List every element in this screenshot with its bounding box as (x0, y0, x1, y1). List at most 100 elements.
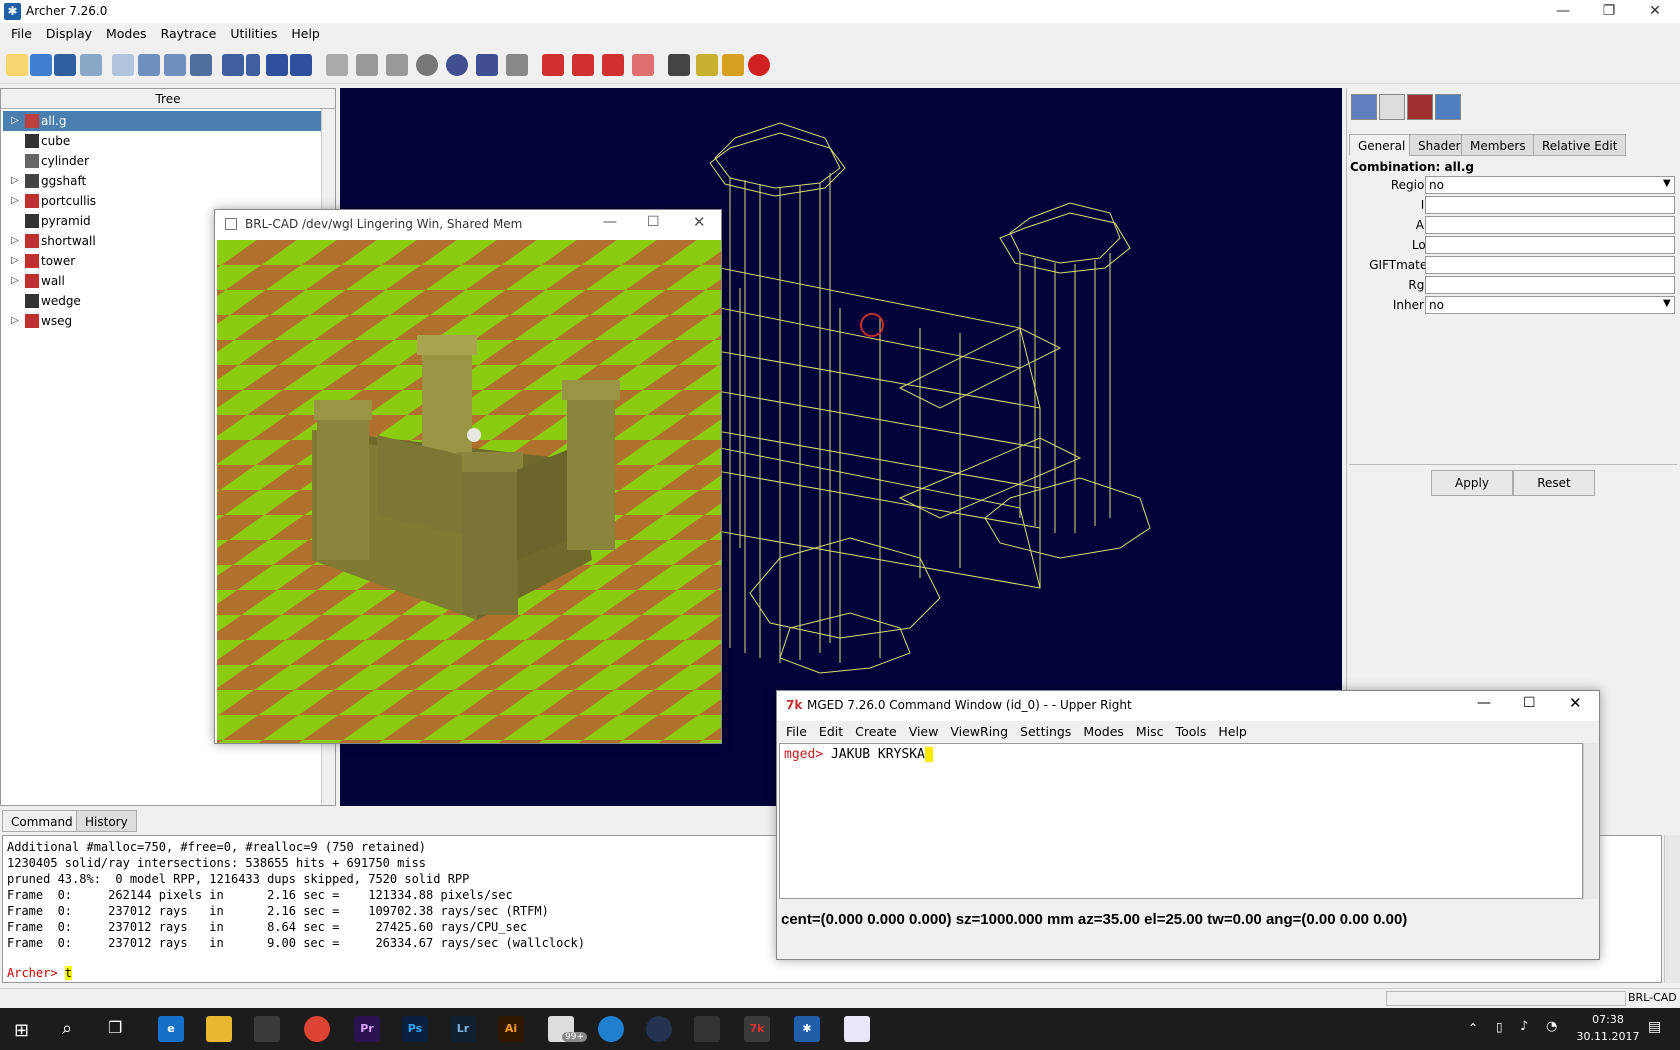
illustrator-icon[interactable]: Ai (498, 1016, 524, 1042)
store-icon[interactable] (254, 1016, 280, 1042)
tab-relative-edit[interactable]: Relative Edit (1533, 134, 1627, 156)
brlcad-window-icon[interactable] (844, 1016, 870, 1042)
rotate-view-icon[interactable] (326, 54, 348, 76)
render-window[interactable]: BRL-CAD /dev/wgl Lingering Win, Shared M… (214, 209, 722, 744)
archer-app-icon[interactable]: ✱ (794, 1016, 820, 1042)
columns-icon[interactable] (290, 54, 312, 76)
steam-icon[interactable] (646, 1016, 672, 1042)
mged-console[interactable]: mged> JAKUB KRYSKA (779, 743, 1583, 899)
tk-app-icon[interactable]: 7k (744, 1016, 770, 1042)
measure-icon[interactable] (506, 54, 528, 76)
inherit-select[interactable]: no (1425, 296, 1675, 314)
expand-arrow-icon[interactable]: ▷ (11, 231, 19, 251)
maximize-icon[interactable]: ☐ (1523, 695, 1536, 711)
mged-scrollbar[interactable] (1583, 743, 1597, 899)
menu-modes[interactable]: Modes (99, 23, 154, 44)
volume-icon[interactable]: ♪ (1520, 1019, 1528, 1034)
mged-menu-create[interactable]: Create (849, 721, 903, 742)
tab-general[interactable]: General (1349, 134, 1415, 156)
expand-arrow-icon[interactable]: ▷ (11, 191, 19, 211)
open-folder-icon[interactable] (30, 54, 52, 76)
minimize-icon[interactable]: — (603, 214, 617, 230)
los-field[interactable] (1425, 236, 1675, 254)
expand-arrow-icon[interactable]: ▷ (11, 171, 19, 191)
mged-menu-file[interactable]: File (780, 721, 813, 742)
rgb-field[interactable] (1425, 276, 1675, 294)
mged-menu-modes[interactable]: Modes (1077, 721, 1130, 742)
mged-input[interactable]: JAKUB KRYSKA (831, 747, 925, 762)
component-select-icon[interactable] (446, 54, 468, 76)
console-input[interactable]: t (64, 966, 73, 980)
maximize-icon[interactable]: ☐ (647, 214, 660, 230)
object-view-icon[interactable] (1435, 94, 1461, 120)
cube-select-icon[interactable] (476, 54, 498, 76)
mged-window[interactable]: 7k MGED 7.26.0 Command Window (id_0) - -… (776, 690, 1600, 960)
mged-menu-misc[interactable]: Misc (1130, 721, 1170, 742)
action-center-icon[interactable]: ▤ (1648, 1019, 1661, 1035)
save-icon[interactable] (54, 54, 76, 76)
windows-start-icon[interactable]: ⊞ (14, 1020, 29, 1041)
clock-date[interactable]: 30.11.2017 (1576, 1030, 1640, 1043)
id-field[interactable] (1425, 196, 1675, 214)
text-edit-icon[interactable] (1379, 94, 1405, 120)
lightroom-icon[interactable]: Lr (450, 1016, 476, 1042)
scale-view-icon[interactable] (386, 54, 408, 76)
close-icon[interactable]: ✕ (1569, 694, 1582, 712)
photoshop-icon[interactable]: Ps (402, 1016, 428, 1042)
file-explorer-icon[interactable] (206, 1016, 232, 1042)
rotate-object-icon[interactable] (542, 54, 564, 76)
translate-object-icon[interactable] (572, 54, 594, 76)
maximize-button[interactable]: ❐ (1586, 0, 1632, 23)
mged-menu-settings[interactable]: Settings (1014, 721, 1077, 742)
task-view-icon[interactable]: ❐ (108, 1018, 122, 1037)
mged-menu-help[interactable]: Help (1212, 721, 1253, 742)
preferences-icon[interactable] (80, 54, 102, 76)
clear-icon[interactable] (722, 54, 744, 76)
mged-menu-view[interactable]: View (903, 721, 945, 742)
minimize-button[interactable]: — (1540, 0, 1586, 23)
tree-item[interactable]: cylinder (3, 151, 321, 171)
tab-command[interactable]: Command (2, 810, 82, 832)
terminal-icon[interactable] (694, 1016, 720, 1042)
wizard-icon[interactable] (222, 54, 244, 76)
edit-icon[interactable] (112, 54, 134, 76)
air-field[interactable] (1425, 216, 1675, 234)
undo-icon[interactable] (138, 54, 160, 76)
region-select[interactable]: no (1425, 176, 1675, 194)
search-icon[interactable]: ⌕ (62, 1018, 72, 1039)
revert-icon[interactable] (190, 54, 212, 76)
menu-display[interactable]: Display (39, 23, 99, 44)
menu-help[interactable]: Help (284, 23, 327, 44)
tab-history[interactable]: History (76, 810, 137, 832)
menu-file[interactable]: File (4, 23, 39, 44)
scale-object-icon[interactable] (602, 54, 624, 76)
cortana-app-icon[interactable] (598, 1016, 624, 1042)
translate-view-icon[interactable] (356, 54, 378, 76)
chrome-icon[interactable] (304, 1016, 330, 1042)
abort-icon[interactable] (748, 54, 770, 76)
new-file-icon[interactable] (6, 54, 28, 76)
close-icon[interactable]: ✕ (693, 213, 706, 231)
tab-members[interactable]: Members (1461, 134, 1535, 156)
menu-utilities[interactable]: Utilities (223, 23, 284, 44)
center-view-icon[interactable] (416, 54, 438, 76)
edge-icon[interactable]: e (158, 1016, 184, 1042)
redo-icon[interactable] (164, 54, 186, 76)
wifi-icon[interactable]: ◔ (1546, 1019, 1557, 1034)
minimize-icon[interactable]: — (1477, 695, 1491, 711)
raytrace-icon[interactable] (696, 54, 718, 76)
battery-icon[interactable]: ▯ (1496, 1020, 1503, 1034)
camera-icon[interactable] (668, 54, 690, 76)
reset-button[interactable]: Reset (1513, 470, 1595, 496)
layers-icon[interactable] (266, 54, 288, 76)
expand-arrow-icon[interactable]: ▷ (11, 311, 19, 331)
giftmater-field[interactable] (1425, 256, 1675, 274)
premiere-icon[interactable]: Pr (354, 1016, 380, 1042)
tree-item[interactable]: ▷ ggshaft (3, 171, 321, 191)
menu-raytrace[interactable]: Raytrace (154, 23, 224, 44)
tree-item[interactable]: cube (3, 131, 321, 151)
console-scrollbar[interactable] (1664, 835, 1680, 983)
mged-menu-viewring[interactable]: ViewRing (944, 721, 1014, 742)
expand-arrow-icon[interactable]: ▷ (11, 111, 19, 131)
edit-attributes-icon[interactable] (1351, 94, 1377, 120)
